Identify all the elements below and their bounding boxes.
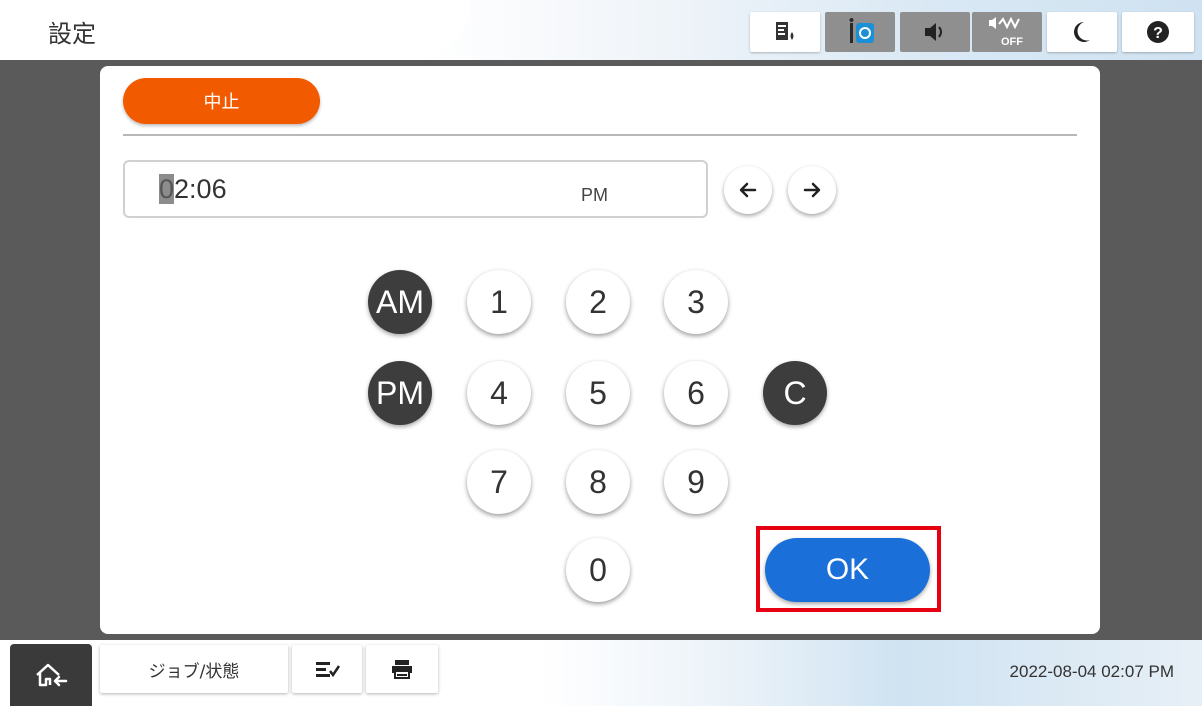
home-button[interactable] xyxy=(10,644,92,706)
key-4[interactable]: 4 xyxy=(467,361,531,425)
arrow-right-icon xyxy=(803,182,821,198)
cancel-button[interactable]: 中止 xyxy=(123,78,320,124)
key-8[interactable]: 8 xyxy=(566,450,630,514)
bottom-bar: ジョブ/状態 2022-08-04 02:07 PM xyxy=(0,640,1202,706)
job-status-label: ジョブ/状態 xyxy=(148,661,240,682)
clear-key[interactable]: C xyxy=(763,361,827,425)
network-status-button[interactable] xyxy=(825,12,895,52)
ink-level-icon xyxy=(776,22,794,40)
ok-button[interactable]: OK xyxy=(765,538,930,602)
key-6[interactable]: 6 xyxy=(664,361,728,425)
key-3[interactable]: 3 xyxy=(664,270,728,334)
job-status-button[interactable]: ジョブ/状態 xyxy=(100,645,288,693)
svg-text:?: ? xyxy=(1153,25,1163,42)
sleep-button[interactable] xyxy=(1047,12,1117,52)
help-button[interactable]: ? xyxy=(1122,12,1194,52)
time-digits: 2:06 xyxy=(174,174,227,204)
key-2[interactable]: 2 xyxy=(566,270,630,334)
arrow-left-icon xyxy=(739,182,757,198)
sound-icon xyxy=(925,23,942,41)
svg-text:OFF: OFF xyxy=(1001,36,1023,48)
time-value: 02:06 xyxy=(159,174,227,205)
home-icon xyxy=(36,663,68,687)
help-icon: ? xyxy=(1147,21,1169,43)
quiet-mode-off-icon: OFF xyxy=(989,16,1023,48)
page-title: 設定 xyxy=(48,20,96,48)
key-9[interactable]: 9 xyxy=(664,450,728,514)
sound-button[interactable] xyxy=(900,12,970,52)
time-input-field[interactable]: 02:06 PM xyxy=(123,160,708,218)
cursor-right-button[interactable] xyxy=(788,166,836,214)
ink-level-button[interactable] xyxy=(750,12,820,52)
divider xyxy=(123,134,1077,136)
status-datetime: 2022-08-04 02:07 PM xyxy=(1009,662,1174,681)
time-entry-dialog: 中止 02:06 PM AM 1 2 3 PM 4 5 6 C 7 8 9 0 … xyxy=(100,66,1100,634)
key-5[interactable]: 5 xyxy=(566,361,630,425)
key-1[interactable]: 1 xyxy=(467,270,531,334)
am-key[interactable]: AM xyxy=(368,270,432,334)
text-cursor: 0 xyxy=(159,174,175,204)
network-status-icon xyxy=(849,18,874,43)
printer-status-button[interactable] xyxy=(366,645,438,693)
quiet-mode-button[interactable]: OFF xyxy=(972,12,1042,52)
pm-key[interactable]: PM xyxy=(368,361,432,425)
top-bar: 設定 OFF ? xyxy=(0,0,1202,60)
printer-icon xyxy=(392,660,412,679)
job-list-button[interactable] xyxy=(292,645,362,693)
key-7[interactable]: 7 xyxy=(467,450,531,514)
sleep-moon-icon xyxy=(1074,22,1090,42)
key-0[interactable]: 0 xyxy=(566,538,630,602)
time-period: PM xyxy=(581,185,608,205)
job-list-icon xyxy=(316,662,341,678)
cursor-left-button[interactable] xyxy=(724,166,772,214)
